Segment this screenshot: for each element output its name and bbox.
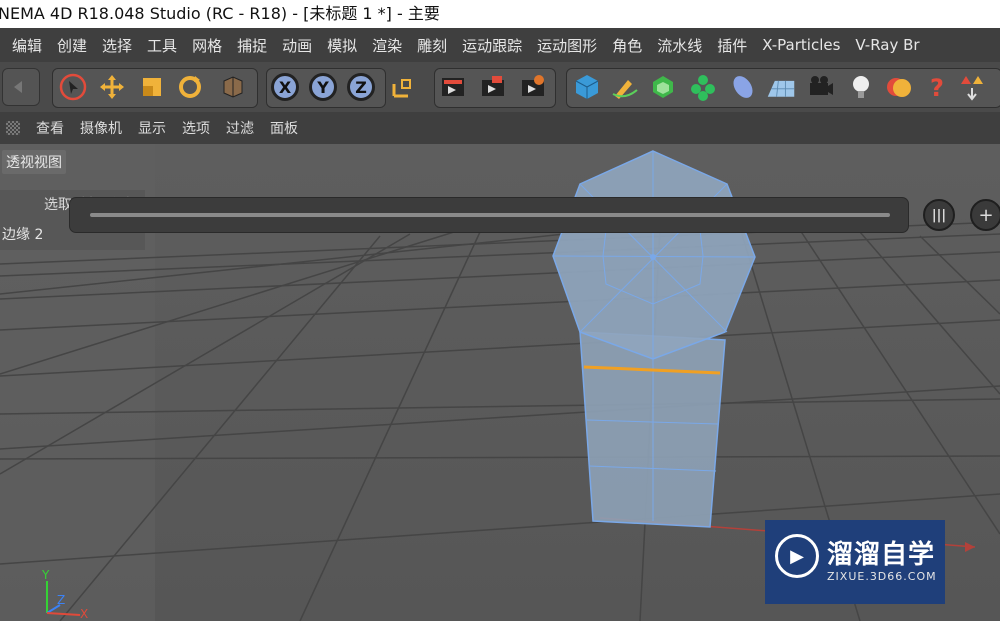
cube-object-button[interactable] <box>572 72 602 102</box>
material-icon <box>887 78 911 97</box>
menu-vray[interactable]: V-Ray Br <box>855 36 919 54</box>
menu-animate[interactable]: 动画 <box>282 35 312 56</box>
floor-object-button[interactable] <box>766 72 796 102</box>
camera-object-button[interactable] <box>806 72 836 102</box>
main-toolbar: X Y Z ? <box>0 62 1000 112</box>
tag-icon <box>961 76 983 101</box>
render-view-icon <box>482 76 504 96</box>
gizmo-z-label: Z <box>57 593 66 607</box>
gizmo-x-axis <box>46 612 81 616</box>
mesh-center-vertex <box>650 254 656 260</box>
camera-icon <box>810 76 833 95</box>
add-button[interactable]: + <box>970 199 1000 231</box>
render-region-button[interactable] <box>438 72 468 102</box>
menu-bar: 编辑 创建 选择 工具 网格 捕捉 动画 模拟 渲染 雕刻 运动跟踪 运动图形 … <box>0 28 1000 62</box>
viewport-menu-filter[interactable]: 过滤 <box>226 118 254 138</box>
select-icon <box>59 73 87 101</box>
menu-x-particles[interactable]: X-Particles <box>762 36 840 54</box>
play-logo-icon: ▶ <box>775 534 819 578</box>
menu-edit[interactable]: 编辑 <box>12 35 42 56</box>
help-icon: ? <box>930 74 944 102</box>
deformer-button[interactable] <box>728 72 758 102</box>
subdivision-icon <box>653 76 673 98</box>
menu-plugins[interactable]: 插件 <box>717 35 747 56</box>
y-axis-lock: Y <box>309 73 337 101</box>
render-settings-icon <box>522 75 544 96</box>
watermark-title: 溜溜自学 <box>827 540 936 570</box>
gizmo-y-label: Y <box>42 568 50 582</box>
menu-sculpt[interactable]: 雕刻 <box>417 35 447 56</box>
help-button[interactable]: ? <box>922 72 952 102</box>
subdivision-surface-button[interactable] <box>648 72 678 102</box>
z-axis-lock: Z <box>347 73 375 101</box>
menu-mesh[interactable]: 网格 <box>192 35 222 56</box>
pen-icon <box>612 80 638 99</box>
window-title-bar: NEMA 4D R18.048 Studio (RC - R18) - [未标题… <box>0 0 1000 28</box>
tag-button[interactable] <box>958 72 988 102</box>
rotate-icon <box>179 76 201 98</box>
x-axis-lock: X <box>271 73 299 101</box>
model-mode-icon <box>223 76 243 98</box>
pen-spline-button[interactable] <box>610 72 640 102</box>
menu-pipeline[interactable]: 流水线 <box>657 35 702 56</box>
menu-character[interactable]: 角色 <box>612 35 642 56</box>
light-object-button[interactable] <box>846 72 876 102</box>
coordinate-system-button[interactable] <box>388 72 418 102</box>
scale-icon <box>143 78 161 96</box>
render-region-icon <box>442 78 464 96</box>
timeline-slider[interactable] <box>70 198 908 232</box>
viewport-menu-panel[interactable]: 面板 <box>270 118 298 138</box>
slider-track[interactable] <box>90 213 890 217</box>
watermark-url: ZIXUE.3D66.COM <box>827 570 937 583</box>
menu-simulate[interactable]: 模拟 <box>327 35 357 56</box>
z-axis-lock-button[interactable]: Z <box>346 72 376 102</box>
move-tool-button[interactable] <box>97 72 127 102</box>
watermark: ▶ 溜溜自学 ZIXUE.3D66.COM <box>765 520 945 604</box>
menu-motion-tracking[interactable]: 运动跟踪 <box>462 35 522 56</box>
menu-mograph[interactable]: 运动图形 <box>537 35 597 56</box>
floor-icon <box>767 80 795 97</box>
plus-icon: + <box>978 204 994 226</box>
window-title: NEMA 4D R18.048 Studio (RC - R18) - [未标题… <box>0 4 440 23</box>
cube-icon <box>575 75 599 99</box>
viewport-menu-cameras[interactable]: 摄像机 <box>80 118 122 138</box>
perspective-viewport[interactable]: 透视视图 选取对象 总计 边缘 2 ||| + ▶ 溜溜自学 ZIXUE.3D6… <box>0 144 1000 621</box>
menu-tools[interactable]: 工具 <box>147 35 177 56</box>
model-mode-button[interactable] <box>218 72 248 102</box>
hud-edge-count: 边缘 2 <box>2 227 44 243</box>
svg-text:?: ? <box>930 74 944 102</box>
pause-icon: ||| <box>931 207 947 223</box>
scale-tool-button[interactable] <box>137 72 167 102</box>
render-view-button[interactable] <box>478 72 508 102</box>
menu-render[interactable]: 渲染 <box>372 35 402 56</box>
x-axis-lock-button[interactable]: X <box>270 72 300 102</box>
coordinate-system-icon <box>392 79 411 98</box>
viewport-menu-view[interactable]: 查看 <box>36 118 64 138</box>
deformer-icon <box>733 76 753 98</box>
undo-icon <box>14 81 22 93</box>
viewport-label[interactable]: 透视视图 <box>2 150 66 174</box>
grip-icon[interactable] <box>6 121 20 135</box>
y-axis-lock-button[interactable]: Y <box>308 72 338 102</box>
cloner-button[interactable] <box>688 72 718 102</box>
viewport-menu-options[interactable]: 选项 <box>182 118 210 138</box>
menu-create[interactable]: 创建 <box>57 35 87 56</box>
render-settings-button[interactable] <box>518 72 548 102</box>
undo-button[interactable] <box>2 68 40 106</box>
rotate-tool-button[interactable] <box>175 72 205 102</box>
move-icon <box>100 75 124 99</box>
menu-select[interactable]: 选择 <box>102 35 132 56</box>
viewport-menu-display[interactable]: 显示 <box>138 118 166 138</box>
menu-snap[interactable]: 捕捉 <box>237 35 267 56</box>
viewport-menu-bar: 查看 摄像机 显示 选项 过滤 面板 <box>0 112 1000 144</box>
gizmo-x-label: X <box>80 607 89 621</box>
pause-button[interactable]: ||| <box>923 199 955 231</box>
cloner-icon <box>691 75 715 101</box>
select-tool-button[interactable] <box>58 72 88 102</box>
material-button[interactable] <box>884 72 914 102</box>
light-icon <box>853 76 869 98</box>
